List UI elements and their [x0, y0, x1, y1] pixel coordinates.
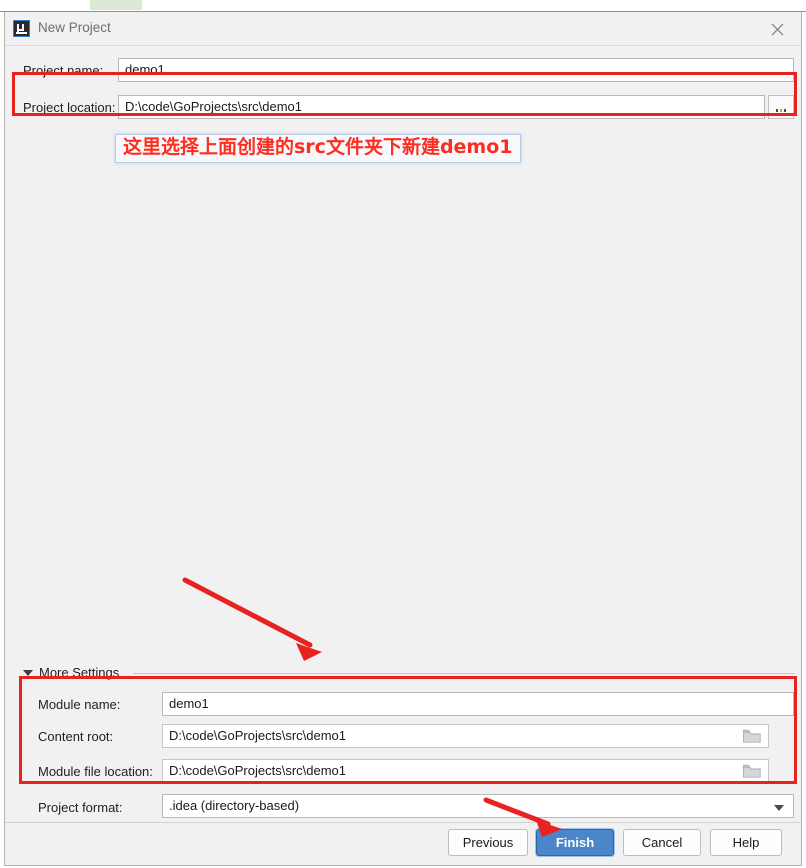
cancel-button[interactable]: Cancel — [623, 829, 701, 856]
content-root-label: Content root: — [38, 729, 114, 744]
project-location-label: Project location: — [23, 100, 116, 115]
more-settings-header[interactable]: More Settings — [23, 664, 795, 682]
content-root-input[interactable]: D:\code\GoProjects\src\demo1 — [162, 724, 769, 748]
intellij-idea-icon — [13, 20, 30, 37]
new-project-dialog: New Project Project name: demo1 Project … — [4, 12, 802, 866]
dialog-titlebar: New Project — [5, 12, 801, 46]
chevron-down-icon[interactable] — [774, 805, 784, 811]
module-name-label: Module name: — [38, 697, 121, 712]
module-file-location-label: Module file location: — [38, 764, 153, 779]
section-divider — [133, 673, 795, 674]
finish-button[interactable]: Finish — [536, 829, 614, 856]
dialog-title: New Project — [38, 20, 111, 35]
more-settings-label: More Settings — [39, 665, 120, 680]
annotation-note: 这里选择上面创建的src文件夹下新建demo1 — [115, 134, 521, 163]
module-name-input[interactable]: demo1 — [162, 692, 794, 716]
previous-button[interactable]: Previous — [448, 829, 528, 856]
project-name-input[interactable]: demo1 — [118, 58, 794, 82]
ellipsis-icon[interactable] — [768, 95, 794, 119]
project-name-label: Project name: — [23, 63, 104, 78]
backdrop-highlight-patch — [90, 0, 142, 10]
chevron-down-icon[interactable] — [23, 670, 33, 676]
module-file-location-input[interactable]: D:\code\GoProjects\src\demo1 — [162, 759, 769, 783]
project-location-input[interactable]: D:\code\GoProjects\src\demo1 — [118, 95, 765, 119]
project-format-value: .idea (directory-based) — [169, 798, 300, 813]
project-format-label: Project format: — [38, 800, 123, 815]
close-icon[interactable] — [755, 12, 801, 44]
help-button[interactable]: Help — [710, 829, 782, 856]
footer-divider — [5, 822, 801, 823]
project-format-select[interactable]: .idea (directory-based) — [162, 794, 794, 818]
